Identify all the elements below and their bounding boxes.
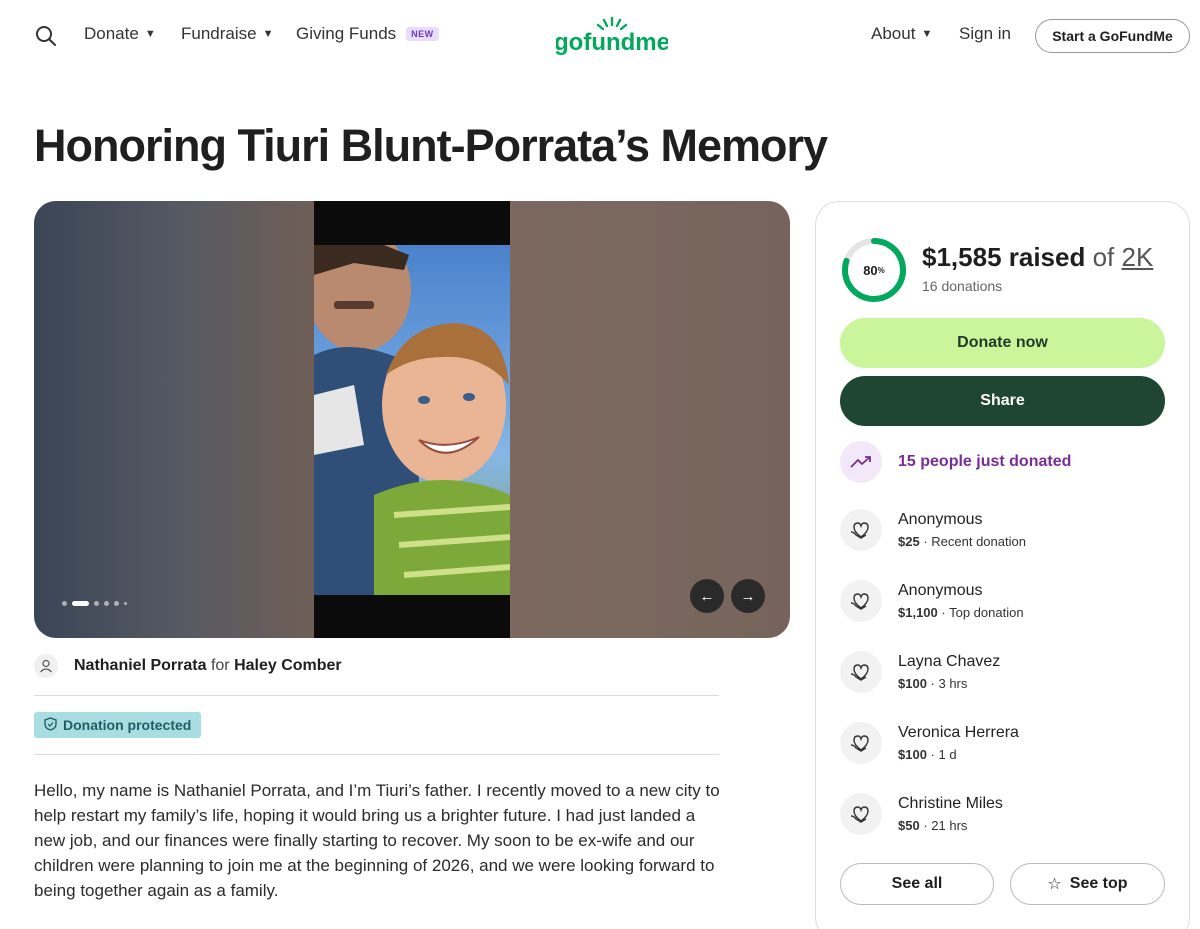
start-gofundme-button[interactable]: Start a GoFundMe: [1035, 19, 1190, 53]
heart-hand-icon: [840, 509, 882, 551]
donor-name: Anonymous: [898, 510, 983, 528]
sign-in-link[interactable]: Sign in: [959, 24, 1011, 44]
donate-now-button[interactable]: Donate now: [840, 318, 1165, 368]
organizer-text: Nathaniel Porrata for Haley Comber: [74, 657, 342, 675]
arrow-left-icon: ←: [699, 587, 715, 605]
nav-donate-label: Donate: [84, 24, 139, 43]
nav-fundraise[interactable]: Fundraise ▼: [181, 24, 274, 44]
donor-item: Anonymous $25 · Recent donation: [840, 509, 1026, 551]
nav-fundraise-label: Fundraise: [181, 24, 257, 43]
user-icon: [34, 654, 58, 678]
campaign-title: Honoring Tiuri Blunt-Porrata’s Memory: [34, 120, 828, 171]
donor-item: Veronica Herrera $100 · 1 d: [840, 722, 1019, 764]
donor-amount: $100: [898, 746, 927, 762]
share-button[interactable]: Share: [840, 376, 1165, 426]
carousel-dot-3[interactable]: [94, 601, 99, 606]
donation-protected-badge[interactable]: Donation protected: [34, 712, 202, 738]
donor-detail: 3 hrs: [938, 675, 968, 691]
nav-about-label: About: [871, 24, 916, 43]
donor-name: Veronica Herrera: [898, 723, 1019, 741]
donor-detail: Recent donation: [931, 533, 1026, 549]
campaign-photo[interactable]: [314, 245, 510, 595]
goal-amount[interactable]: 2K: [1122, 242, 1154, 272]
organizer-info: Nathaniel Porrata for Haley Comber: [34, 654, 342, 678]
carousel-dot-4[interactable]: [104, 601, 109, 606]
carousel-prev-button[interactable]: ←: [690, 579, 724, 613]
campaign-story: Hello, my name is Nathaniel Porrata, and…: [34, 781, 720, 900]
nav-about[interactable]: About ▼: [871, 24, 932, 44]
donor-amount: $25: [898, 533, 920, 549]
donor-meta: $25 · Recent donation: [898, 533, 1026, 549]
donor-detail: 1 d: [938, 746, 957, 762]
caret-down-icon: ▼: [144, 28, 156, 40]
progress-percent-value: 80: [863, 262, 878, 278]
donor-item: Layna Chavez $100 · 3 hrs: [840, 651, 1000, 693]
nav-donate[interactable]: Donate ▼: [84, 24, 156, 44]
nav-giving-funds[interactable]: Giving Funds NEW: [296, 24, 439, 44]
carousel-next-button[interactable]: →: [731, 579, 765, 613]
raised-amount: $1,585 raised: [922, 242, 1086, 272]
caret-down-icon: ▼: [921, 28, 933, 40]
donation-card: 80% $1,585 raised of 2K 16 donations Don…: [815, 201, 1190, 929]
nav-giving-funds-label: Giving Funds: [296, 24, 397, 43]
donor-meta: $100 · 3 hrs: [898, 675, 968, 691]
see-top-button[interactable]: ☆ See top: [1010, 863, 1165, 905]
donor-detail: Top donation: [949, 604, 1024, 620]
divider: [34, 695, 719, 696]
donor-item: Christine Miles $50 · 21 hrs: [840, 793, 1003, 835]
heart-hand-icon: [840, 722, 882, 764]
carousel-dot-2[interactable]: [72, 601, 89, 606]
donor-meta: $100 · 1 d: [898, 746, 957, 762]
donor-meta: $1,100 · Top donation: [898, 604, 1024, 620]
donor-name: Anonymous: [898, 581, 983, 599]
donor-amount: $50: [898, 817, 920, 833]
caret-down-icon: ▼: [262, 28, 274, 40]
recent-donations-trend: 15 people just donated: [840, 441, 1071, 483]
donor-name: Layna Chavez: [898, 652, 1001, 670]
donor-name: Christine Miles: [898, 794, 1003, 812]
search-icon[interactable]: [34, 24, 58, 48]
organizer-for: for: [210, 657, 230, 674]
progress-percent: 80%: [840, 236, 908, 304]
trend-text: 15 people just donated: [898, 453, 1072, 470]
shield-icon: [44, 716, 57, 734]
donor-amount: $1,100: [898, 604, 938, 620]
organizer-name[interactable]: Nathaniel Porrata: [74, 657, 206, 674]
donor-meta: $50 · 21 hrs: [898, 817, 968, 833]
heart-hand-icon: [840, 580, 882, 622]
trending-up-icon: [840, 441, 882, 483]
see-top-label: See top: [1069, 875, 1128, 892]
logo-text: gofundme: [556, 29, 668, 56]
percent-sign: %: [877, 265, 885, 275]
donations-count: 16 donations: [922, 278, 1003, 294]
donor-item: Anonymous $1,100 · Top donation: [840, 580, 1024, 622]
donor-amount: $100: [898, 675, 927, 691]
carousel-dot-5[interactable]: [114, 601, 119, 606]
of-label: of: [1092, 242, 1115, 272]
heart-hand-icon: [840, 651, 882, 693]
arrow-right-icon: →: [740, 587, 756, 605]
gofundme-logo[interactable]: gofundme: [554, 16, 670, 56]
carousel-dots: [62, 601, 127, 606]
see-all-button[interactable]: See all: [840, 863, 994, 905]
beneficiary-name[interactable]: Haley Comber: [234, 657, 342, 674]
donor-detail: 21 hrs: [931, 817, 968, 833]
site-header: Donate ▼ Fundraise ▼ Giving Funds NEW go…: [0, 0, 1200, 70]
divider: [34, 754, 719, 755]
heart-hand-icon: [840, 793, 882, 835]
carousel-dot-1[interactable]: [62, 601, 67, 606]
new-badge: NEW: [406, 27, 439, 41]
donation-protected-label: Donation protected: [63, 717, 192, 733]
star-icon: ☆: [1047, 876, 1062, 893]
campaign-media-carousel[interactable]: ← →: [34, 201, 790, 638]
sign-in-label: Sign in: [959, 24, 1011, 43]
amount-raised: $1,585 raised of 2K: [922, 242, 1153, 273]
carousel-dot-6[interactable]: [124, 602, 127, 605]
